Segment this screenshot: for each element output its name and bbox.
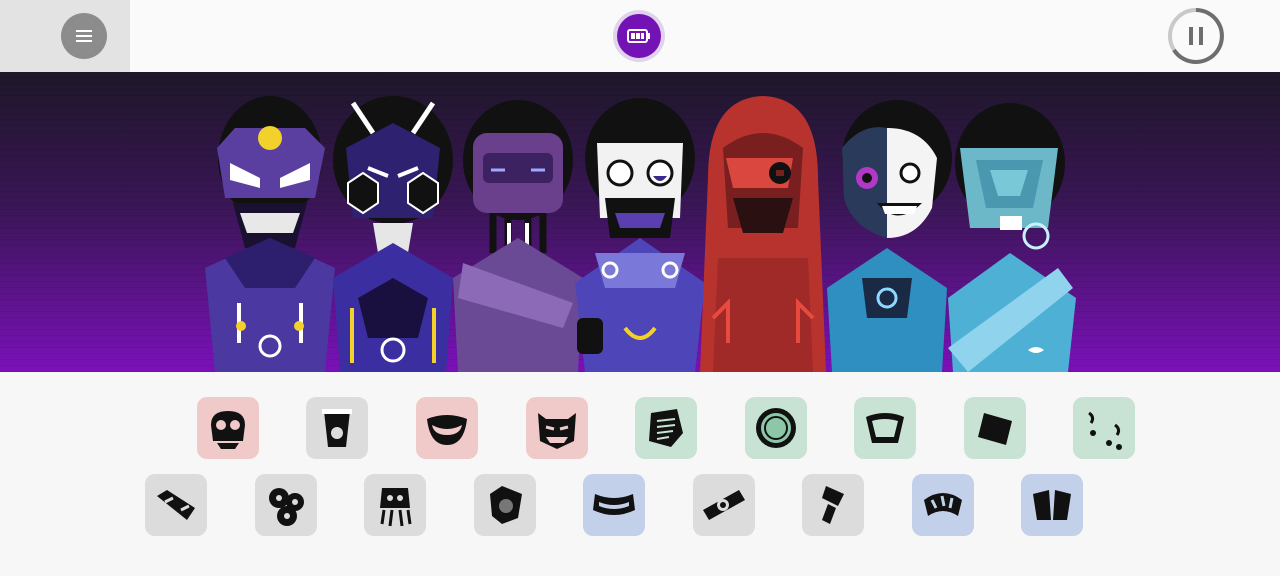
character-5[interactable] [698, 88, 828, 372]
pink-skull-sound-icon [211, 411, 245, 449]
character-2[interactable] [328, 88, 458, 372]
mouth-sound-icon [427, 415, 467, 445]
pause-button[interactable] [1166, 6, 1226, 66]
character-3-figure [453, 100, 583, 372]
character-stage [0, 72, 1280, 372]
hamburger-menu-icon [76, 30, 92, 42]
sound-notepad[interactable] [635, 397, 697, 459]
character-4[interactable] [575, 88, 705, 372]
striped-ring-sound-icon [924, 493, 962, 516]
headband-sound-icon [593, 494, 635, 515]
character-7-figure [948, 103, 1076, 372]
sound-sun-disc[interactable] [745, 397, 807, 459]
character-2-figure [333, 96, 453, 372]
sound-cup[interactable] [306, 397, 368, 459]
character-1[interactable] [205, 88, 335, 372]
sound-headband[interactable] [583, 474, 645, 536]
shield-face-sound-icon [490, 486, 522, 524]
sound-pink-skull[interactable] [197, 397, 259, 459]
character-4-figure [575, 98, 705, 372]
eye-scope-sound-icon [703, 490, 745, 520]
sound-bowl[interactable] [854, 397, 916, 459]
sound-monster-face[interactable] [526, 397, 588, 459]
sound-tray [0, 372, 1280, 576]
sound-bolt-capsule[interactable] [145, 474, 207, 536]
character-3[interactable] [453, 88, 583, 372]
sound-square-chip[interactable] [964, 397, 1026, 459]
sound-swirl-dots[interactable] [1073, 397, 1135, 459]
battery-inner [617, 14, 661, 58]
pause-icon [1168, 8, 1224, 64]
swirl-dots-sound-icon [1088, 411, 1122, 450]
visor-sound-icon [1033, 490, 1071, 520]
sound-mouth[interactable] [416, 397, 478, 459]
hammer-sound-icon [822, 486, 844, 524]
battery-button[interactable] [613, 10, 665, 62]
bolt-capsule-sound-icon [157, 490, 195, 520]
squid-sound-icon [380, 488, 412, 527]
top-toolbar [0, 0, 1280, 72]
notepad-sound-icon [649, 409, 683, 447]
sound-visor[interactable] [1021, 474, 1083, 536]
square-chip-sound-icon [978, 413, 1012, 445]
sound-squid[interactable] [364, 474, 426, 536]
sound-gear-cluster[interactable] [255, 474, 317, 536]
menu-button[interactable] [61, 13, 107, 59]
character-6[interactable] [822, 88, 952, 372]
character-6-figure [827, 100, 952, 372]
sound-shield-face[interactable] [474, 474, 536, 536]
cup-sound-icon [322, 409, 352, 447]
character-5-figure [700, 96, 826, 372]
character-7[interactable] [948, 88, 1078, 372]
character-1-figure [205, 96, 335, 372]
sound-eye-scope[interactable] [693, 474, 755, 536]
gear-cluster-sound-icon [269, 488, 304, 526]
battery-icon [627, 29, 650, 43]
sun-disc-sound-icon [756, 408, 796, 448]
sound-striped-ring[interactable] [912, 474, 974, 536]
bowl-sound-icon [866, 413, 904, 443]
monster-face-sound-icon [538, 413, 576, 449]
sound-hammer[interactable] [802, 474, 864, 536]
